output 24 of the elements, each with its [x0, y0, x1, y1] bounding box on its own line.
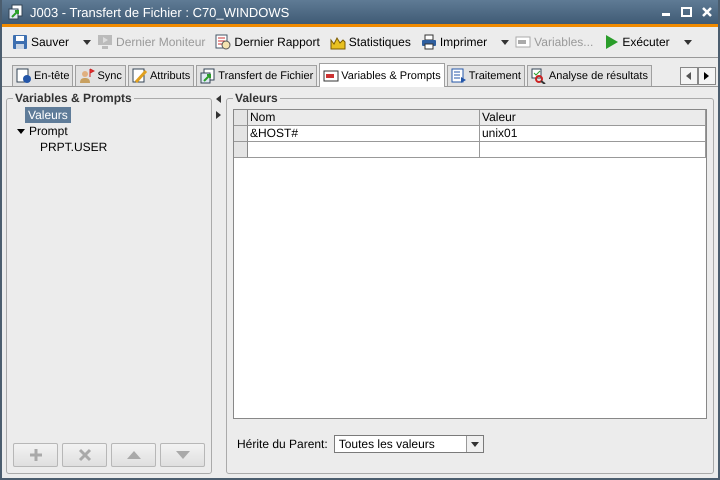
column-header[interactable]: Valeur: [480, 110, 706, 126]
tab[interactable]: Attributs: [128, 65, 194, 86]
panel-title: Variables & Prompts: [14, 91, 133, 105]
panel-title: Valeurs: [234, 91, 279, 105]
toolbar-button[interactable]: Exécuter: [599, 32, 674, 52]
tab[interactable]: Sync: [75, 65, 126, 86]
inherit-label: Hérite du Parent:: [237, 437, 328, 451]
toolbar-button[interactable]: Sauver: [8, 32, 74, 52]
window-title: J003 - Transfert de Fichier : C70_WINDOWS: [30, 4, 290, 20]
tab[interactable]: Traitement: [446, 65, 525, 86]
toolbar-button[interactable]: Dernier Rapport: [211, 32, 324, 52]
tab[interactable]: Variables & Prompts: [319, 63, 445, 87]
toolbar-button[interactable]: Statistiques: [326, 32, 415, 52]
inherit-dropdown[interactable]: Toutes les valeurs: [334, 435, 484, 453]
tab[interactable]: Transfert de Fichier: [196, 65, 318, 86]
tree-item[interactable]: PRPT.USER: [37, 139, 110, 155]
column-header[interactable]: Nom: [248, 110, 480, 126]
tree-item[interactable]: Prompt: [26, 123, 71, 139]
toolbar-button[interactable]: Imprimer: [416, 32, 492, 52]
tab[interactable]: En-tête: [12, 65, 74, 86]
table-cell[interactable]: unix01: [480, 126, 706, 142]
tab[interactable]: Analyse de résultats: [526, 65, 652, 86]
table-cell[interactable]: &HOST#: [248, 126, 480, 142]
tree-item[interactable]: Valeurs: [25, 107, 71, 123]
